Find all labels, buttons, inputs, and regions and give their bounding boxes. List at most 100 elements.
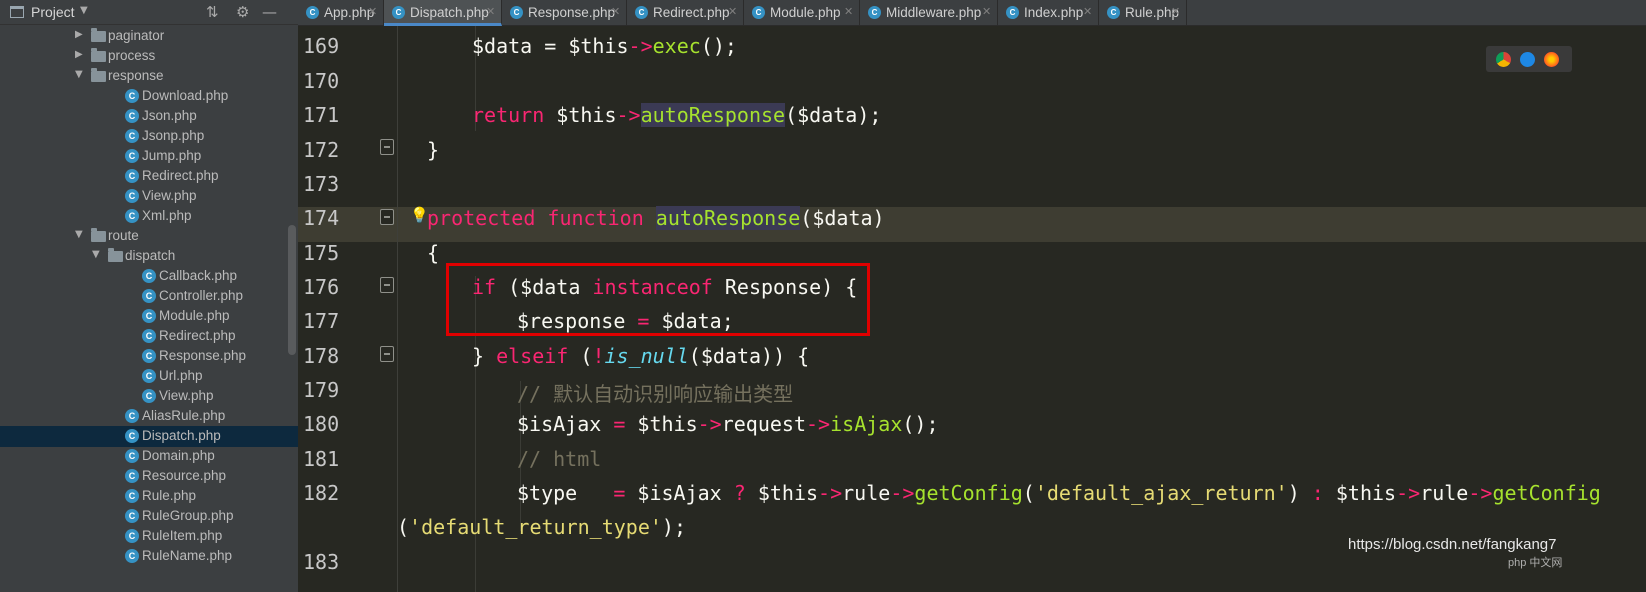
folder-icon bbox=[91, 228, 106, 242]
code-line-172[interactable]: } bbox=[427, 138, 439, 162]
line-number: 180 bbox=[303, 412, 340, 436]
tree-file[interactable]: C Redirect.php bbox=[0, 326, 298, 347]
tree-file[interactable]: C Rule.php bbox=[0, 486, 298, 507]
lightbulb-icon[interactable]: 💡 bbox=[410, 206, 429, 224]
tree-file[interactable]: C Redirect.php bbox=[0, 166, 298, 187]
php-class-icon: C bbox=[125, 469, 139, 483]
tree-item-label: Resource.php bbox=[142, 468, 227, 483]
tree-file[interactable]: C Xml.php bbox=[0, 206, 298, 227]
line-number: 182 bbox=[303, 481, 340, 505]
tree-file[interactable]: C Download.php bbox=[0, 86, 298, 107]
close-icon[interactable]: ✕ bbox=[728, 5, 737, 18]
code-line-174[interactable]: protected function autoResponse($data) bbox=[427, 206, 885, 230]
close-icon[interactable]: ✕ bbox=[982, 5, 991, 18]
editor-tab[interactable]: C Redirect.php ✕ bbox=[627, 0, 744, 26]
chevron-right-icon[interactable]: ▶ bbox=[75, 29, 83, 40]
editor-tab[interactable]: C Dispatch.php ✕ bbox=[384, 0, 502, 26]
project-panel: Project ▼ ⇅ ⚙ — ▶ paginator ▶ process ▼ respo… bbox=[0, 0, 298, 592]
tab-label: Index.php bbox=[1024, 5, 1084, 20]
code-editor[interactable]: 169 170 171 172 173 174 175 176 177 178 … bbox=[298, 26, 1646, 592]
code-line-175[interactable]: { bbox=[427, 241, 439, 265]
tree-file[interactable]: C Dispatch.php bbox=[0, 426, 298, 447]
chevron-down-icon[interactable]: ▼ bbox=[75, 229, 83, 240]
editor-tab[interactable]: C Response.php ✕ bbox=[502, 0, 627, 26]
tree-item-label: View.php bbox=[159, 388, 214, 403]
tree-folder[interactable]: ▼ dispatch bbox=[0, 246, 298, 267]
chevron-down-icon[interactable]: ▼ bbox=[75, 69, 83, 80]
gear-icon[interactable]: ⚙ bbox=[236, 2, 249, 22]
tree-file[interactable]: C RuleItem.php bbox=[0, 526, 298, 547]
code-line-169[interactable]: $data = $this->exec(); bbox=[472, 34, 737, 58]
close-icon[interactable]: ✕ bbox=[611, 5, 620, 18]
close-icon[interactable]: ✕ bbox=[486, 5, 495, 18]
project-title[interactable]: Project bbox=[31, 4, 75, 20]
php-class-icon: C bbox=[125, 169, 139, 183]
tree-file[interactable]: C Jump.php bbox=[0, 146, 298, 167]
tree-folder[interactable]: ▼ response bbox=[0, 66, 298, 87]
tree-item-label: Jsonp.php bbox=[142, 128, 205, 143]
tree-file[interactable]: C Resource.php bbox=[0, 466, 298, 487]
code-line-182[interactable]: $type = $isAjax ? $this->rule->getConfig… bbox=[517, 481, 1601, 505]
php-class-icon: C bbox=[142, 269, 156, 283]
sidebar-scrollbar[interactable] bbox=[288, 225, 296, 355]
firefox-icon[interactable] bbox=[1544, 52, 1559, 67]
folder-icon bbox=[91, 68, 106, 82]
code-line-178[interactable]: } elseif (!is_null($data)) { bbox=[472, 344, 809, 368]
collapse-icon[interactable]: ⇅ bbox=[206, 2, 219, 22]
code-line-182-wrap[interactable]: ('default_return_type'); bbox=[397, 515, 686, 539]
fold-marker-icon[interactable] bbox=[380, 277, 394, 293]
folder-icon bbox=[108, 248, 123, 262]
tree-file[interactable]: C Jsonp.php bbox=[0, 126, 298, 147]
tree-file[interactable]: C Domain.php bbox=[0, 446, 298, 467]
project-view-icon bbox=[10, 6, 24, 18]
tree-file[interactable]: C View.php bbox=[0, 186, 298, 207]
fold-marker-icon[interactable] bbox=[380, 346, 394, 362]
line-number: 176 bbox=[303, 275, 340, 299]
code-line-171[interactable]: return $this->autoResponse($data); bbox=[472, 103, 881, 127]
fold-marker-icon[interactable] bbox=[380, 139, 394, 155]
tree-item-label: Dispatch.php bbox=[142, 428, 221, 443]
tab-label: Middleware.php bbox=[886, 5, 982, 20]
chevron-right-icon[interactable]: ▶ bbox=[75, 49, 83, 60]
code-line-179[interactable]: // 默认自动识别响应输出类型 bbox=[517, 378, 793, 407]
code-line-181[interactable]: // html bbox=[517, 447, 601, 471]
line-number: 181 bbox=[303, 447, 340, 471]
line-number: 169 bbox=[303, 34, 340, 58]
chevron-down-icon[interactable]: ▼ bbox=[92, 249, 100, 260]
tree-file[interactable]: C Controller.php bbox=[0, 286, 298, 307]
tree-file[interactable]: C Url.php bbox=[0, 366, 298, 387]
project-panel-header: Project ▼ ⇅ ⚙ — bbox=[0, 0, 298, 25]
editor-tab[interactable]: C Rule.php ✕ bbox=[1099, 0, 1187, 26]
tree-file[interactable]: C View.php bbox=[0, 386, 298, 407]
tree-file[interactable]: C AliasRule.php bbox=[0, 406, 298, 427]
minimize-icon[interactable]: — bbox=[262, 2, 277, 22]
tree-folder[interactable]: ▶ process bbox=[0, 46, 298, 67]
close-icon[interactable]: ✕ bbox=[844, 5, 853, 18]
close-icon[interactable]: ✕ bbox=[1083, 5, 1092, 18]
editor-tab[interactable]: C Middleware.php ✕ bbox=[860, 0, 998, 26]
tree-file[interactable]: C RuleGroup.php bbox=[0, 506, 298, 527]
code-line-180[interactable]: $isAjax = $this->request->isAjax(); bbox=[517, 412, 938, 436]
tree-folder[interactable]: ▶ paginator bbox=[0, 26, 298, 47]
tree-file[interactable]: C Response.php bbox=[0, 346, 298, 367]
php-class-icon: C bbox=[142, 329, 156, 343]
php-class-icon: C bbox=[125, 149, 139, 163]
watermark-logo: php 中文网 bbox=[1508, 557, 1563, 569]
tree-item-label: response bbox=[108, 68, 164, 83]
close-icon[interactable]: ✕ bbox=[368, 5, 377, 18]
editor-tab[interactable]: C App.php ✕ bbox=[298, 0, 384, 26]
tree-folder[interactable]: ▼ route bbox=[0, 226, 298, 247]
editor-tab[interactable]: C Module.php ✕ bbox=[744, 0, 860, 26]
chevron-down-icon[interactable]: ▼ bbox=[80, 5, 88, 16]
tree-item-label: Domain.php bbox=[142, 448, 215, 463]
chrome-icon[interactable] bbox=[1496, 52, 1511, 67]
tree-file[interactable]: C RuleName.php bbox=[0, 546, 298, 567]
tree-item-label: dispatch bbox=[125, 248, 176, 263]
close-icon[interactable]: ✕ bbox=[1171, 5, 1180, 18]
tree-file[interactable]: C Module.php bbox=[0, 306, 298, 327]
edge-icon[interactable] bbox=[1520, 52, 1535, 67]
tree-file[interactable]: C Json.php bbox=[0, 106, 298, 127]
tree-file[interactable]: C Callback.php bbox=[0, 266, 298, 287]
fold-marker-icon[interactable] bbox=[380, 209, 394, 225]
editor-tab[interactable]: C Index.php ✕ bbox=[998, 0, 1099, 26]
